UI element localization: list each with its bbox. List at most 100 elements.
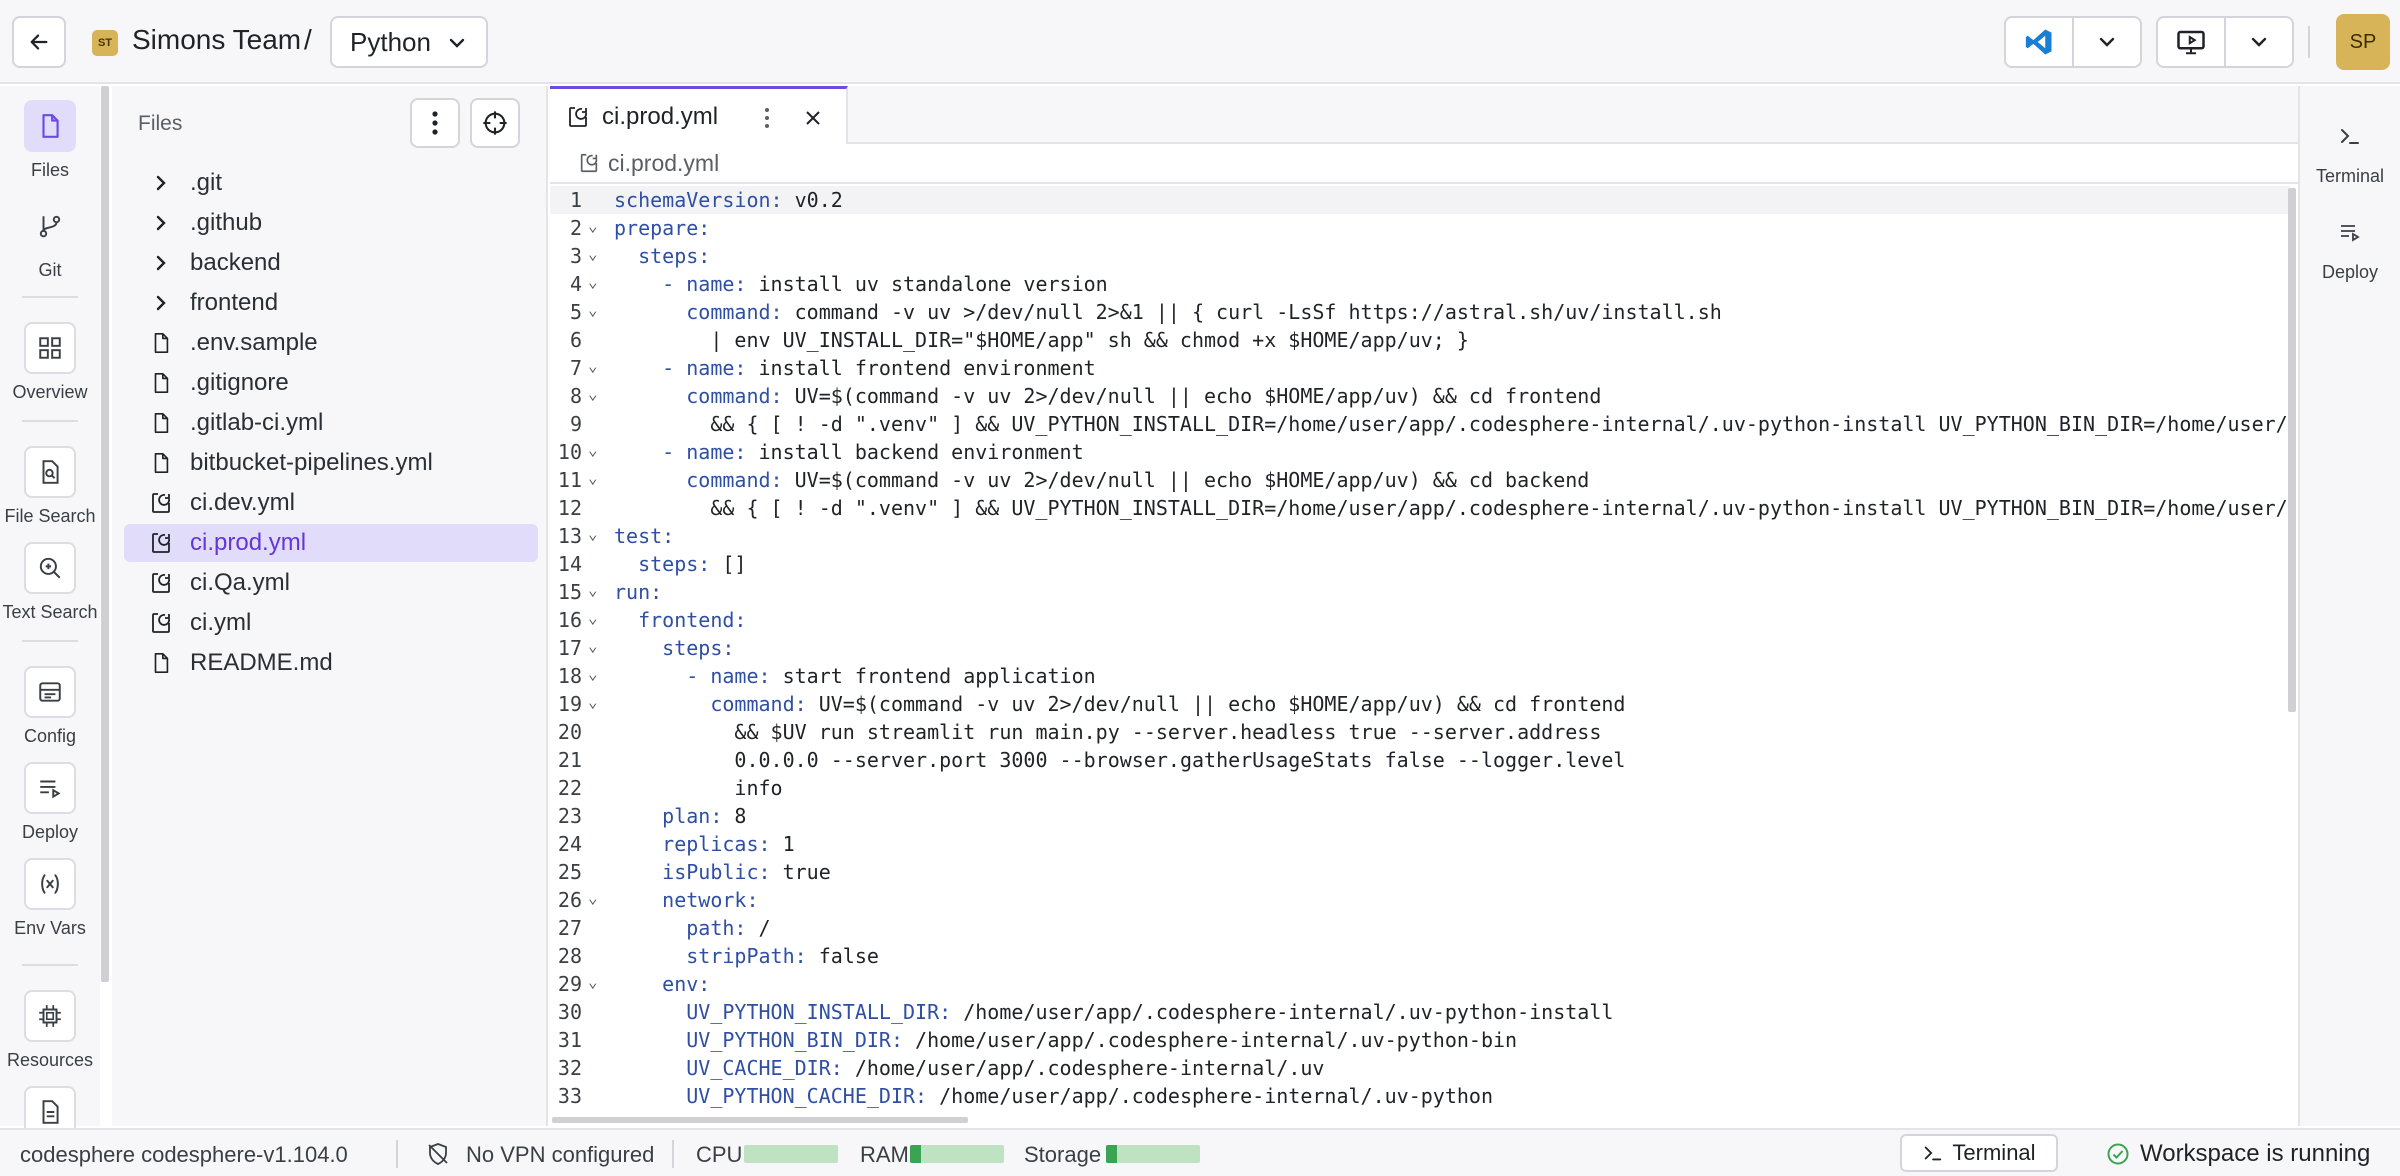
- code-line[interactable]: 7 ⌄ - name: install frontend environment: [550, 354, 2290, 382]
- code-line[interactable]: 4 ⌄ - name: install uv standalone version: [550, 270, 2290, 298]
- fold-chevron-icon[interactable]: ⌄: [588, 436, 598, 464]
- code-line[interactable]: 11 ⌄ command: UV=$(command -v uv 2>/dev/n…: [550, 466, 2290, 494]
- ide-dropdown-button[interactable]: [2074, 18, 2140, 66]
- user-avatar[interactable]: SP: [2336, 14, 2390, 70]
- fold-chevron-icon[interactable]: ⌄: [588, 884, 598, 912]
- line-number: 32: [557, 1056, 582, 1080]
- code-line[interactable]: 10 ⌄ - name: install backend environment: [550, 438, 2290, 466]
- terminal-button[interactable]: Terminal: [1900, 1134, 2058, 1172]
- tree-file[interactable]: ci.dev.yml: [124, 484, 538, 522]
- code-line[interactable]: 2 ⌄ prepare:: [550, 214, 2290, 242]
- reveal-active-file-button[interactable]: [470, 98, 520, 148]
- variable-icon: [41, 874, 59, 894]
- code-line[interactable]: 22 info: [550, 774, 2290, 802]
- fold-chevron-icon[interactable]: ⌄: [588, 520, 598, 548]
- code-line[interactable]: 29 ⌄ env:: [550, 970, 2290, 998]
- preview-dropdown-button[interactable]: [2226, 18, 2292, 66]
- code-line[interactable]: 15 ⌄ run:: [550, 578, 2290, 606]
- vpn-status[interactable]: No VPN configured: [466, 1142, 654, 1168]
- fold-chevron-icon[interactable]: ⌄: [588, 464, 598, 492]
- tree-folder[interactable]: .git: [124, 164, 538, 202]
- tree-folder[interactable]: frontend: [124, 284, 538, 322]
- code-line[interactable]: 13 ⌄ test:: [550, 522, 2290, 550]
- project-select[interactable]: Python: [330, 16, 488, 68]
- close-icon[interactable]: [804, 109, 822, 127]
- workspace-status[interactable]: Workspace is running: [2106, 1140, 2370, 1168]
- code-line[interactable]: 3 ⌄ steps:: [550, 242, 2290, 270]
- tree-file[interactable]: .gitlab-ci.yml: [124, 404, 538, 442]
- code-line[interactable]: 18 ⌄ - name: start frontend application: [550, 662, 2290, 690]
- activity-git[interactable]: Git: [0, 200, 100, 281]
- tree-file[interactable]: .gitignore: [124, 364, 538, 402]
- open-vscode-button[interactable]: [2006, 18, 2074, 66]
- activity-config[interactable]: Config: [0, 666, 100, 747]
- code-line[interactable]: 6 | env UV_INSTALL_DIR="$HOME/app" sh &&…: [550, 326, 2290, 354]
- activity-deploy[interactable]: Deploy: [0, 762, 100, 843]
- tree-file[interactable]: ci.Qa.yml: [124, 564, 538, 602]
- tree-folder[interactable]: backend: [124, 244, 538, 282]
- code-line[interactable]: 33 UV_PYTHON_CACHE_DIR: /home/user/app/.…: [550, 1082, 2290, 1110]
- code-line[interactable]: 28 stripPath: false: [550, 942, 2290, 970]
- code-line[interactable]: 30 UV_PYTHON_INSTALL_DIR: /home/user/app…: [550, 998, 2290, 1026]
- breadcrumb-file[interactable]: ci.prod.yml: [608, 150, 719, 177]
- fold-chevron-icon[interactable]: ⌄: [588, 296, 598, 324]
- tree-folder[interactable]: .github: [124, 204, 538, 242]
- fold-chevron-icon[interactable]: ⌄: [588, 240, 598, 268]
- back-button[interactable]: [12, 16, 66, 68]
- code-line[interactable]: 9 && { [ ! -d ".venv" ] && UV_PYTHON_INS…: [550, 410, 2290, 438]
- code-line[interactable]: 24 replicas: 1: [550, 830, 2290, 858]
- open-preview-button[interactable]: [2158, 18, 2226, 66]
- editor-tab[interactable]: ci.prod.yml: [550, 86, 848, 144]
- fold-chevron-icon[interactable]: ⌄: [588, 660, 598, 688]
- tab-menu-icon[interactable]: [764, 107, 770, 129]
- code-editor[interactable]: 1 schemaVersion: v0.2 2 ⌄ prepare: 3 ⌄ steps: 4…: [550, 186, 2290, 1110]
- activity-file-search[interactable]: File Search: [0, 446, 100, 527]
- code-line[interactable]: 32 UV_CACHE_DIR: /home/user/app/.codesph…: [550, 1054, 2290, 1082]
- activity-text-search[interactable]: Text Search: [0, 542, 100, 623]
- tree-file[interactable]: README.md: [124, 644, 538, 682]
- code-line[interactable]: 19 ⌄ command: UV=$(command -v uv 2>/dev/n…: [550, 690, 2290, 718]
- code-line[interactable]: 12 && { [ ! -d ".venv" ] && UV_PYTHON_IN…: [550, 494, 2290, 522]
- team-name[interactable]: Simons Team: [132, 24, 301, 56]
- code-line[interactable]: 26 ⌄ network:: [550, 886, 2290, 914]
- panel-deploy[interactable]: Deploy: [2300, 206, 2400, 283]
- explorer-menu-button[interactable]: [410, 98, 460, 148]
- activity-overview[interactable]: Overview: [0, 322, 100, 403]
- activity-env-vars[interactable]: Env Vars: [0, 858, 100, 939]
- code-line[interactable]: 16 ⌄ frontend:: [550, 606, 2290, 634]
- fold-chevron-icon[interactable]: ⌄: [588, 352, 598, 380]
- code-line[interactable]: 21 0.0.0.0 --server.port 3000 --browser.…: [550, 746, 2290, 774]
- code-line[interactable]: 20 && $UV run streamlit run main.py --se…: [550, 718, 2290, 746]
- fold-chevron-icon[interactable]: ⌄: [588, 968, 598, 996]
- tree-file[interactable]: ci.prod.yml: [124, 524, 538, 562]
- code-line[interactable]: 14 steps: []: [550, 550, 2290, 578]
- code-line[interactable]: 27 path: /: [550, 914, 2290, 942]
- activity-scrollbar[interactable]: [101, 86, 109, 982]
- code-line[interactable]: 8 ⌄ command: UV=$(command -v uv 2>/dev/nu…: [550, 382, 2290, 410]
- activity-label: Text Search: [2, 602, 98, 622]
- editor-horizontal-scrollbar[interactable]: [552, 1117, 968, 1123]
- panel-terminal[interactable]: Terminal: [2300, 110, 2400, 187]
- tree-file[interactable]: bitbucket-pipelines.yml: [124, 444, 538, 482]
- fold-chevron-icon[interactable]: ⌄: [588, 604, 598, 632]
- code-line[interactable]: 1 schemaVersion: v0.2: [550, 186, 2290, 214]
- code-line[interactable]: 5 ⌄ command: command -v uv >/dev/null 2>&…: [550, 298, 2290, 326]
- editor-vertical-scrollbar[interactable]: [2288, 188, 2296, 712]
- code-line[interactable]: 17 ⌄ steps:: [550, 634, 2290, 662]
- activity-files[interactable]: Files: [0, 100, 100, 181]
- activity-resources[interactable]: Resources: [0, 990, 100, 1071]
- fold-chevron-icon[interactable]: ⌄: [588, 688, 598, 716]
- yaml-key: schemaVersion:: [614, 188, 783, 212]
- fold-chevron-icon[interactable]: ⌄: [588, 212, 598, 240]
- fold-chevron-icon[interactable]: ⌄: [588, 632, 598, 660]
- code-line[interactable]: 31 UV_PYTHON_BIN_DIR: /home/user/app/.co…: [550, 1026, 2290, 1054]
- code-line[interactable]: 23 plan: 8: [550, 802, 2290, 830]
- fold-chevron-icon[interactable]: ⌄: [588, 576, 598, 604]
- code-line[interactable]: 25 isPublic: true: [550, 858, 2290, 886]
- fold-chevron-icon[interactable]: ⌄: [588, 380, 598, 408]
- tree-file[interactable]: ci.yml: [124, 604, 538, 642]
- fold-chevron-icon[interactable]: ⌄: [588, 268, 598, 296]
- tree-file[interactable]: .env.sample: [124, 324, 538, 362]
- tree-item-icon: [146, 411, 176, 435]
